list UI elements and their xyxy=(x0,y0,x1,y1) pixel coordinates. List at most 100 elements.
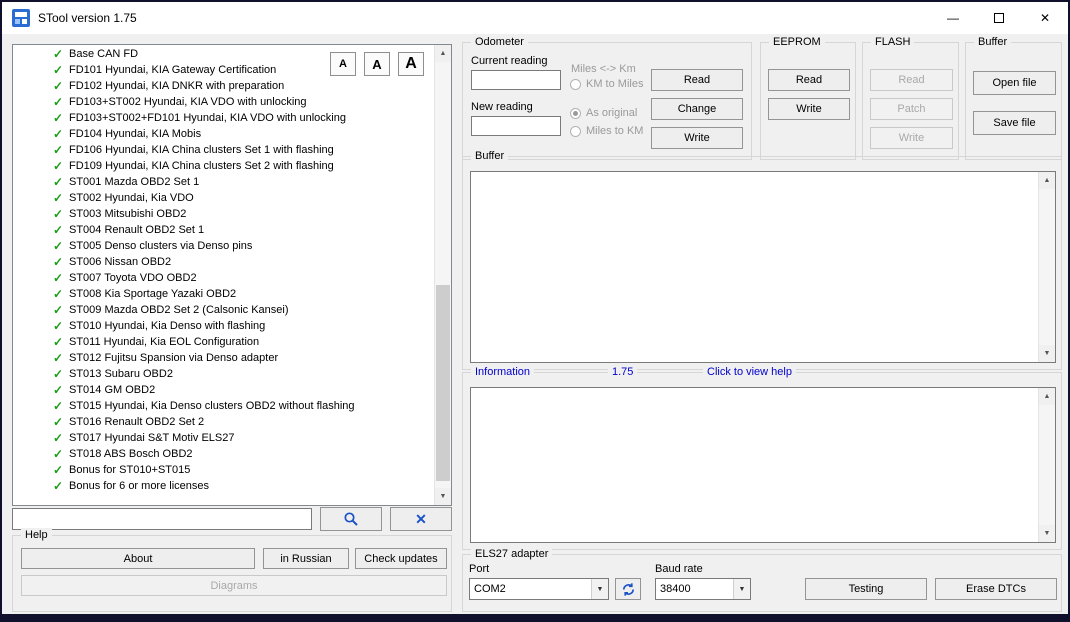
list-item[interactable]: ✓ST007 Toyota VDO OBD2 xyxy=(13,270,433,286)
clear-search-button[interactable]: ✕ xyxy=(390,507,452,531)
flash-write-button[interactable]: Write xyxy=(870,127,953,149)
refresh-ports-button[interactable] xyxy=(615,578,641,600)
scroll-down-icon[interactable]: ▼ xyxy=(435,488,451,505)
flash-patch-button[interactable]: Patch xyxy=(870,98,953,120)
view-help-link[interactable]: Click to view help xyxy=(703,365,796,380)
list-item-label: ST011 Hyundai, Kia EOL Configuration xyxy=(69,336,259,348)
check-icon: ✓ xyxy=(53,95,69,109)
eeprom-read-button[interactable]: Read xyxy=(768,69,850,91)
about-button[interactable]: About xyxy=(21,548,255,569)
testing-button[interactable]: Testing xyxy=(805,578,927,600)
list-item[interactable]: ✓FD103+ST002 Hyundai, KIA VDO with unloc… xyxy=(13,94,433,110)
open-file-button[interactable]: Open file xyxy=(973,71,1056,95)
information-textarea[interactable]: ▲ ▼ xyxy=(470,387,1056,543)
refresh-icon xyxy=(621,582,636,597)
close-button[interactable]: ✕ xyxy=(1022,2,1068,34)
baud-rate-value: 38400 xyxy=(656,583,733,595)
list-item[interactable]: ✓ST001 Mazda OBD2 Set 1 xyxy=(13,174,433,190)
list-item[interactable]: ✓ST016 Renault OBD2 Set 2 xyxy=(13,414,433,430)
list-item[interactable]: ✓ST013 Subaru OBD2 xyxy=(13,366,433,382)
list-item[interactable]: ✓ST010 Hyundai, Kia Denso with flashing xyxy=(13,318,433,334)
list-item[interactable]: ✓Bonus for ST010+ST015 xyxy=(13,462,433,478)
check-updates-button[interactable]: Check updates xyxy=(355,548,447,569)
list-item-label: FD106 Hyundai, KIA China clusters Set 1 … xyxy=(69,144,334,156)
scroll-up-icon[interactable]: ▲ xyxy=(1039,388,1055,405)
check-icon: ✓ xyxy=(53,79,69,93)
current-reading-label: Current reading xyxy=(471,55,547,67)
check-icon: ✓ xyxy=(53,159,69,173)
license-list: ✓Base CAN FD✓FD101 Hyundai, KIA Gateway … xyxy=(13,46,433,494)
radio-icon xyxy=(570,108,581,119)
odometer-read-button[interactable]: Read xyxy=(651,69,743,91)
minimize-button[interactable]: — xyxy=(930,2,976,34)
list-item[interactable]: ✓ST003 Mitsubishi OBD2 xyxy=(13,206,433,222)
information-scrollbar[interactable]: ▲ ▼ xyxy=(1038,388,1055,542)
radio-label: As original xyxy=(586,107,637,119)
port-label: Port xyxy=(469,563,489,575)
list-item[interactable]: ✓FD103+ST002+FD101 Hyundai, KIA VDO with… xyxy=(13,110,433,126)
buffer-scrollbar[interactable]: ▲ ▼ xyxy=(1038,172,1055,362)
list-item[interactable]: ✓Bonus for 6 or more licenses xyxy=(13,478,433,494)
list-item[interactable]: ✓ST014 GM OBD2 xyxy=(13,382,433,398)
diagrams-button[interactable]: Diagrams xyxy=(21,575,447,596)
baud-rate-select[interactable]: 38400 ▼ xyxy=(655,578,751,600)
list-item[interactable]: ✓ST018 ABS Bosch OBD2 xyxy=(13,446,433,462)
list-item[interactable]: ✓ST012 Fujitsu Spansion via Denso adapte… xyxy=(13,350,433,366)
erase-dtcs-button[interactable]: Erase DTCs xyxy=(935,578,1057,600)
check-icon: ✓ xyxy=(53,271,69,285)
list-item[interactable]: ✓FD104 Hyundai, KIA Mobis xyxy=(13,126,433,142)
list-item[interactable]: ✓FD102 Hyundai, KIA DNKR with preparatio… xyxy=(13,78,433,94)
maximize-button[interactable] xyxy=(976,2,1022,34)
odometer-write-button[interactable]: Write xyxy=(651,127,743,149)
scrollbar-thumb[interactable] xyxy=(436,285,450,481)
in-russian-button[interactable]: in Russian xyxy=(263,548,349,569)
font-size-large-button[interactable]: A xyxy=(398,52,424,76)
scroll-down-icon[interactable]: ▼ xyxy=(1039,525,1055,542)
font-size-small-button[interactable]: A xyxy=(330,52,356,76)
list-item[interactable]: ✓ST015 Hyundai, Kia Denso clusters OBD2 … xyxy=(13,398,433,414)
search-input[interactable] xyxy=(12,508,312,530)
list-item[interactable]: ✓ST017 Hyundai S&T Motiv ELS27 xyxy=(13,430,433,446)
font-size-medium-button[interactable]: A xyxy=(364,52,390,76)
list-item-label: ST009 Mazda OBD2 Set 2 (Calsonic Kansei) xyxy=(69,304,289,316)
eeprom-group-title: EEPROM xyxy=(769,35,825,50)
search-button[interactable] xyxy=(320,507,382,531)
check-icon: ✓ xyxy=(53,399,69,413)
flash-group: FLASH Read Patch Write xyxy=(862,42,959,160)
odometer-group: Odometer Current reading Miles <-> Km KM… xyxy=(462,42,752,160)
buffer-textarea[interactable]: ▲ ▼ xyxy=(470,171,1056,363)
chevron-down-icon[interactable]: ▼ xyxy=(733,579,750,599)
scroll-up-icon[interactable]: ▲ xyxy=(1039,172,1055,189)
list-item[interactable]: ✓ST004 Renault OBD2 Set 1 xyxy=(13,222,433,238)
odometer-change-button[interactable]: Change xyxy=(651,98,743,120)
radio-option-as-original[interactable]: As original xyxy=(570,107,637,119)
list-item[interactable]: ✓FD109 Hyundai, KIA China clusters Set 2… xyxy=(13,158,433,174)
eeprom-group: EEPROM Read Write xyxy=(760,42,856,160)
radio-icon xyxy=(570,126,581,137)
eeprom-write-button[interactable]: Write xyxy=(768,98,850,120)
current-reading-input[interactable] xyxy=(471,70,561,90)
chevron-down-icon[interactable]: ▼ xyxy=(591,579,608,599)
list-item[interactable]: ✓ST008 Kia Sportage Yazaki OBD2 xyxy=(13,286,433,302)
radio-option-miles-to-km[interactable]: Miles to KM xyxy=(570,125,643,137)
port-select[interactable]: COM2 ▼ xyxy=(469,578,609,600)
list-scrollbar[interactable]: ▲ ▼ xyxy=(434,45,451,505)
list-item-label: ST004 Renault OBD2 Set 1 xyxy=(69,224,204,236)
list-item[interactable]: ✓ST009 Mazda OBD2 Set 2 (Calsonic Kansei… xyxy=(13,302,433,318)
search-icon xyxy=(343,511,359,527)
list-item-label: ST010 Hyundai, Kia Denso with flashing xyxy=(69,320,265,332)
check-icon: ✓ xyxy=(53,255,69,269)
scroll-up-icon[interactable]: ▲ xyxy=(435,45,451,62)
list-item[interactable]: ✓ST006 Nissan OBD2 xyxy=(13,254,433,270)
scroll-down-icon[interactable]: ▼ xyxy=(1039,345,1055,362)
check-icon: ✓ xyxy=(53,207,69,221)
new-reading-input[interactable] xyxy=(471,116,561,136)
flash-read-button[interactable]: Read xyxy=(870,69,953,91)
list-item[interactable]: ✓FD106 Hyundai, KIA China clusters Set 1… xyxy=(13,142,433,158)
save-file-button[interactable]: Save file xyxy=(973,111,1056,135)
list-item[interactable]: ✓ST002 Hyundai, Kia VDO xyxy=(13,190,433,206)
list-item[interactable]: ✓ST011 Hyundai, Kia EOL Configuration xyxy=(13,334,433,350)
check-icon: ✓ xyxy=(53,367,69,381)
list-item[interactable]: ✓ST005 Denso clusters via Denso pins xyxy=(13,238,433,254)
radio-option-km-to-miles[interactable]: KM to Miles xyxy=(570,78,643,90)
